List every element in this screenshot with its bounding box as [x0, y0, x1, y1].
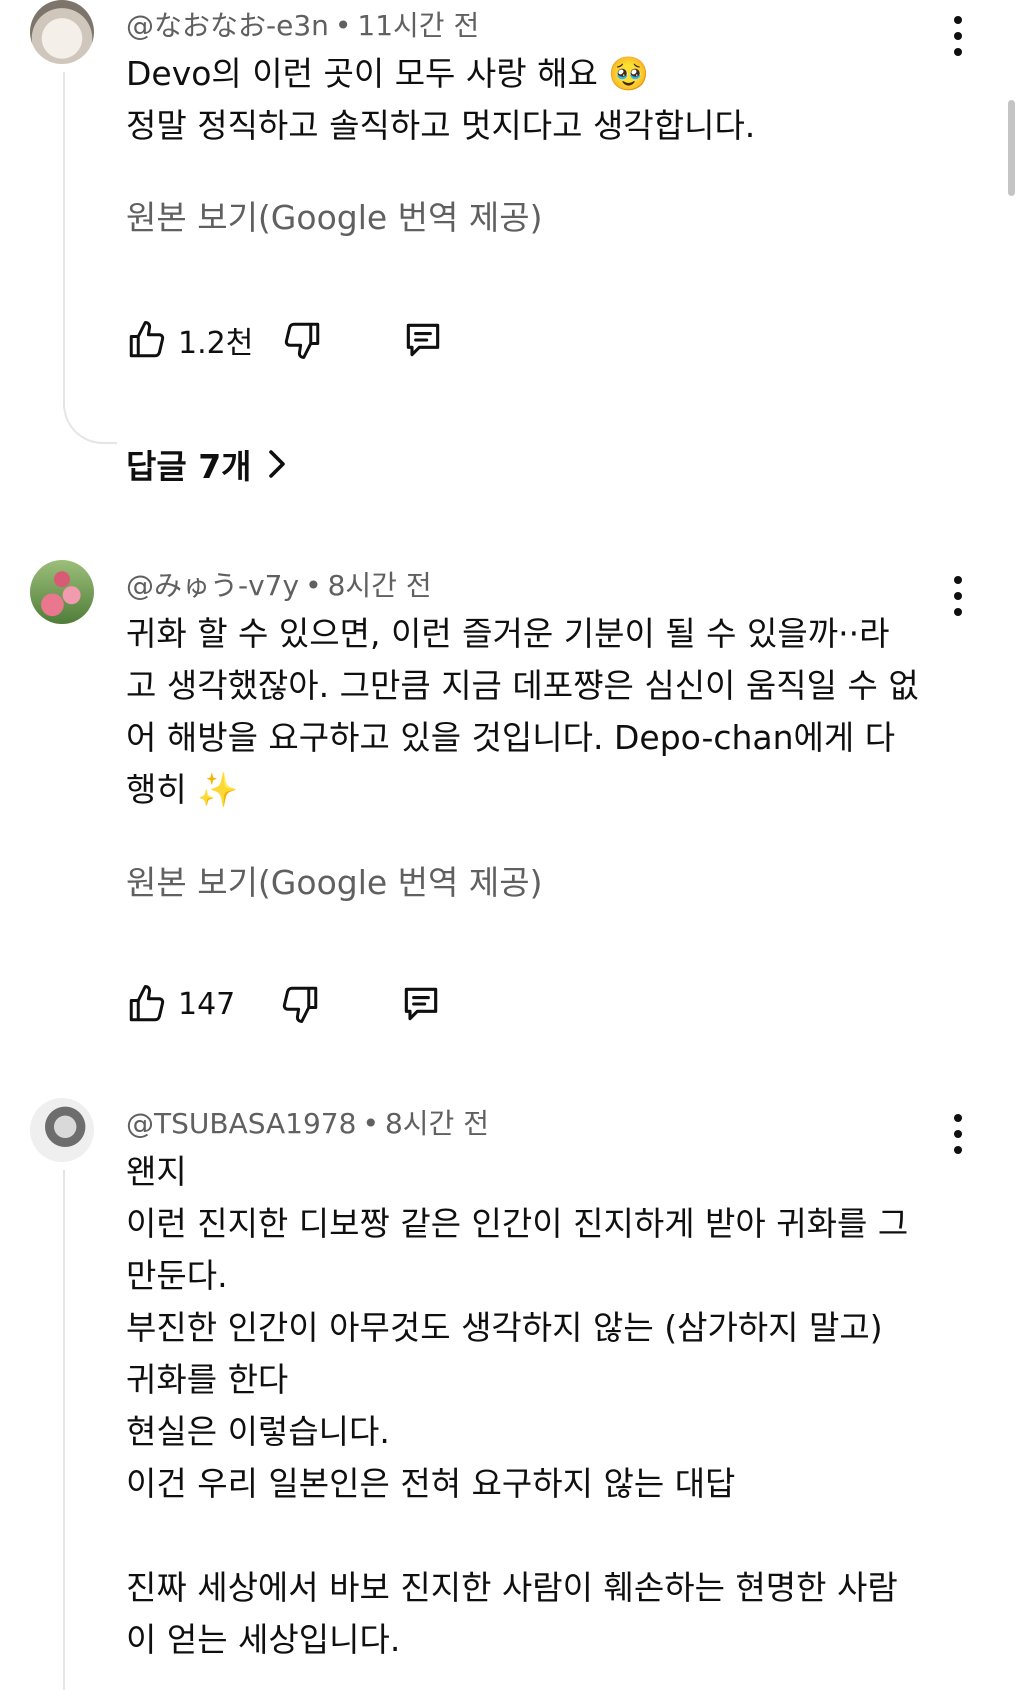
- thread-line: [63, 72, 65, 402]
- comment-actions: 147: [126, 980, 443, 1028]
- replies-button[interactable]: 답글 7개: [126, 440, 288, 488]
- comment-meta: @TSUBASA1978 • 8시간 전: [126, 1102, 489, 1142]
- thumbs-down-icon[interactable]: [281, 319, 323, 361]
- comment-time: 8시간 전: [327, 569, 432, 602]
- avatar[interactable]: [30, 0, 94, 64]
- comment-text: Devo의 이런 곳이 모두 사랑 해요 🥹 정말 정직하고 솔직하고 멋지다고…: [126, 54, 756, 145]
- thread-curve: [63, 402, 117, 444]
- like-count: 1.2천: [178, 326, 254, 361]
- separator-dot: •: [334, 9, 352, 42]
- see-original-link[interactable]: 원본 보기(Google 번역 제공): [126, 191, 542, 239]
- scrollbar[interactable]: [1008, 100, 1015, 196]
- thumbs-up-icon[interactable]: [126, 983, 168, 1025]
- author-name[interactable]: @みゅう-v7y: [126, 569, 299, 602]
- author-name[interactable]: @TSUBASA1978: [126, 1107, 356, 1140]
- replies-label: 답글 7개: [126, 447, 252, 486]
- separator-dot: •: [305, 569, 322, 602]
- comment-meta: @なおなお-e3n • 11시간 전: [126, 4, 479, 44]
- comment-time: 11시간 전: [357, 9, 480, 42]
- author-name[interactable]: @なおなお-e3n: [126, 9, 329, 42]
- avatar[interactable]: [30, 560, 94, 624]
- comment-meta: @みゅう-v7y • 8시간 전: [126, 564, 432, 604]
- see-original-link[interactable]: 원본 보기(Google 번역 제공): [126, 856, 542, 904]
- comment-time: 8시간 전: [384, 1107, 489, 1140]
- separator-dot: •: [362, 1107, 379, 1140]
- comment-actions: 1.2천: [126, 316, 445, 364]
- comment-icon[interactable]: [399, 982, 443, 1026]
- comment-text: 왠지 이런 진지한 디보짱 같은 인간이 진지하게 받아 귀화를 그 만둔다. …: [126, 1152, 909, 1659]
- comment-icon[interactable]: [401, 318, 445, 362]
- thumbs-down-icon[interactable]: [279, 983, 321, 1025]
- comment-text: 귀화 할 수 있으면, 이런 즐거운 기분이 될 수 있을까··라 고 생각했잖…: [126, 614, 919, 809]
- thread-line: [63, 1170, 65, 1690]
- thumbs-up-icon[interactable]: [126, 319, 168, 361]
- avatar[interactable]: [30, 1098, 94, 1162]
- chevron-right-icon: [266, 449, 288, 479]
- like-count: 147: [178, 986, 236, 1022]
